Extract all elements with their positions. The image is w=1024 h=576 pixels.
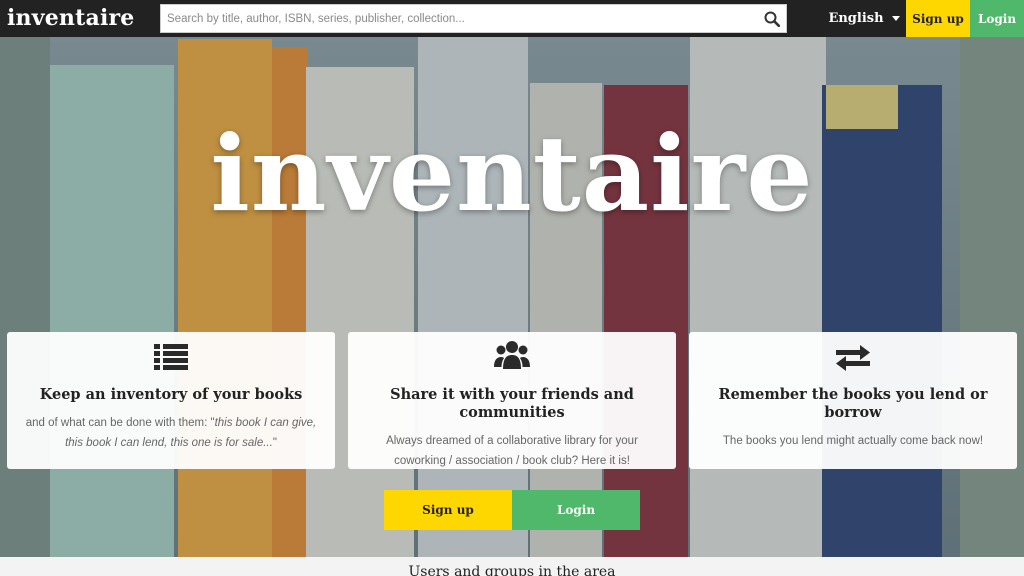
chevron-down-icon xyxy=(891,16,900,21)
signup-button[interactable]: Sign up xyxy=(384,490,512,530)
hero-section: inventaire Keep an inventory of your boo… xyxy=(0,37,1024,557)
feature-description: and of what can be done with them: "this… xyxy=(25,417,317,449)
users-groups-section: Users and groups in the area xyxy=(0,557,1024,576)
header-login-button[interactable]: Login xyxy=(970,0,1024,37)
users-icon xyxy=(494,339,530,376)
exchange-icon xyxy=(836,345,870,376)
section-title: Users and groups in the area xyxy=(408,564,616,576)
top-bar: inventaire English Sign up Login xyxy=(0,0,1024,37)
feature-description: The books you lend might actually come b… xyxy=(722,435,984,447)
search-icon[interactable] xyxy=(758,5,786,33)
site-logo[interactable]: inventaire xyxy=(0,0,160,37)
header-signup-button[interactable]: Sign up xyxy=(906,0,970,37)
language-label: English xyxy=(828,11,884,26)
feature-title: Remember the books you lend or borrow xyxy=(718,386,988,421)
language-selector[interactable]: English xyxy=(822,0,906,37)
list-icon xyxy=(154,343,188,376)
feature-title: Keep an inventory of your books xyxy=(39,386,303,403)
search-bar xyxy=(160,4,787,33)
feature-title: Share it with your friends and communiti… xyxy=(390,386,634,421)
login-button[interactable]: Login xyxy=(512,490,640,530)
hero-title: inventaire xyxy=(210,112,814,235)
feature-card-share: Share it with your friends and communiti… xyxy=(348,332,676,469)
feature-description: Always dreamed of a collaborative librar… xyxy=(386,435,638,467)
search-input[interactable] xyxy=(161,5,758,32)
feature-card-inventory: Keep an inventory of your books and of w… xyxy=(7,332,335,469)
feature-card-lend: Remember the books you lend or borrow Th… xyxy=(689,332,1017,469)
